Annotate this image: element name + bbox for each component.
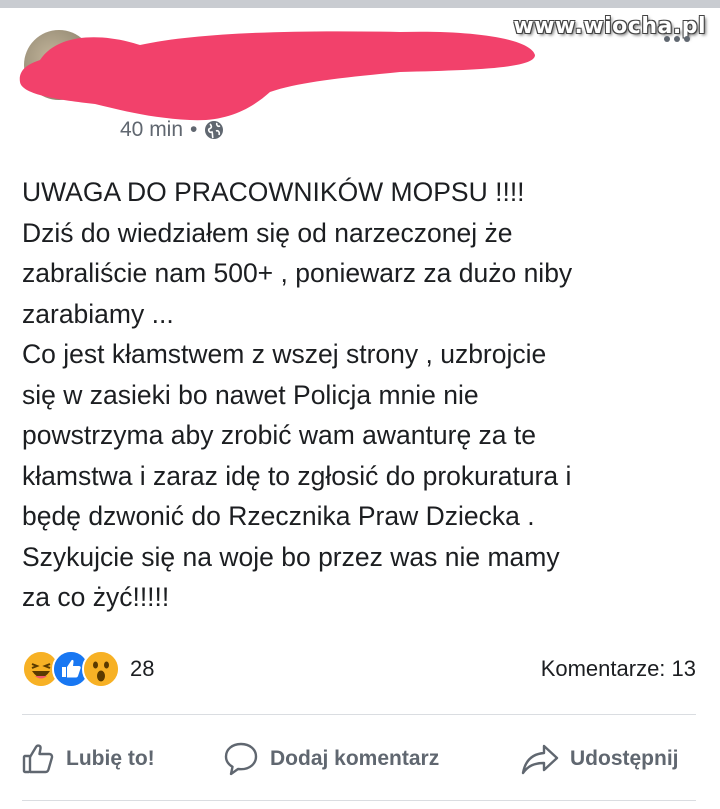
wow-icon: [82, 650, 120, 688]
post-body: UWAGA DO PRACOWNIKÓW MOPSU !!!! Dziś do …: [22, 172, 702, 618]
post-line: kłamstwa i zaraz idę to zgłosić do proku…: [22, 460, 572, 491]
divider: [22, 714, 696, 715]
reaction-count: 28: [130, 656, 155, 681]
comment-button[interactable]: Dodaj komentarz: [222, 732, 439, 786]
bottom-divider: [22, 800, 696, 801]
post-line: Dziś do wiedziałem się od narzeczonej że: [22, 217, 513, 248]
post-line: się w zasieki bo nawet Policja mnie nie: [22, 379, 479, 410]
post-line: powstrzyma aby zrobić wam awanturę za te: [22, 420, 537, 450]
comment-bubble-icon: [224, 742, 258, 776]
action-bar: Lubię to! Dodaj komentarz Udostępnij: [0, 732, 720, 786]
post-line: zabraliście nam 500+ , poniewarz za dużo…: [22, 258, 573, 288]
share-button[interactable]: Udostępnij: [520, 732, 679, 786]
comments-count-link[interactable]: Komentarze: 13: [541, 656, 696, 682]
post-time[interactable]: 40 min: [120, 118, 183, 142]
post-line: Co jest kłamstwem z wszej strony , uzbro…: [22, 339, 547, 369]
post-line: za co żyć!!!!!: [22, 582, 170, 612]
share-label: Udostępnij: [570, 747, 679, 770]
meta-separator: •: [190, 118, 198, 141]
like-label: Lubię to!: [66, 747, 155, 770]
comment-label: Dodaj komentarz: [270, 747, 440, 770]
reactions-summary[interactable]: 28: [22, 650, 154, 688]
post-meta: 40 min •: [120, 118, 224, 142]
post-line: UWAGA DO PRACOWNIKÓW MOPSU !!!!: [22, 177, 525, 207]
globe-icon: [205, 121, 224, 139]
more-options-icon[interactable]: [664, 36, 690, 42]
post-line: Szykujcie się na woje bo przez was nie m…: [22, 541, 560, 572]
post-line: będę dzwonić do Rzecznika Praw Dziecka .: [22, 501, 535, 531]
post-line: zarabiamy ...: [22, 298, 174, 329]
share-arrow-icon: [521, 744, 559, 775]
thumbs-up-icon: [22, 744, 54, 774]
like-button[interactable]: Lubię to!: [20, 732, 155, 786]
avatar[interactable]: [24, 30, 94, 100]
top-bar: [0, 0, 720, 8]
